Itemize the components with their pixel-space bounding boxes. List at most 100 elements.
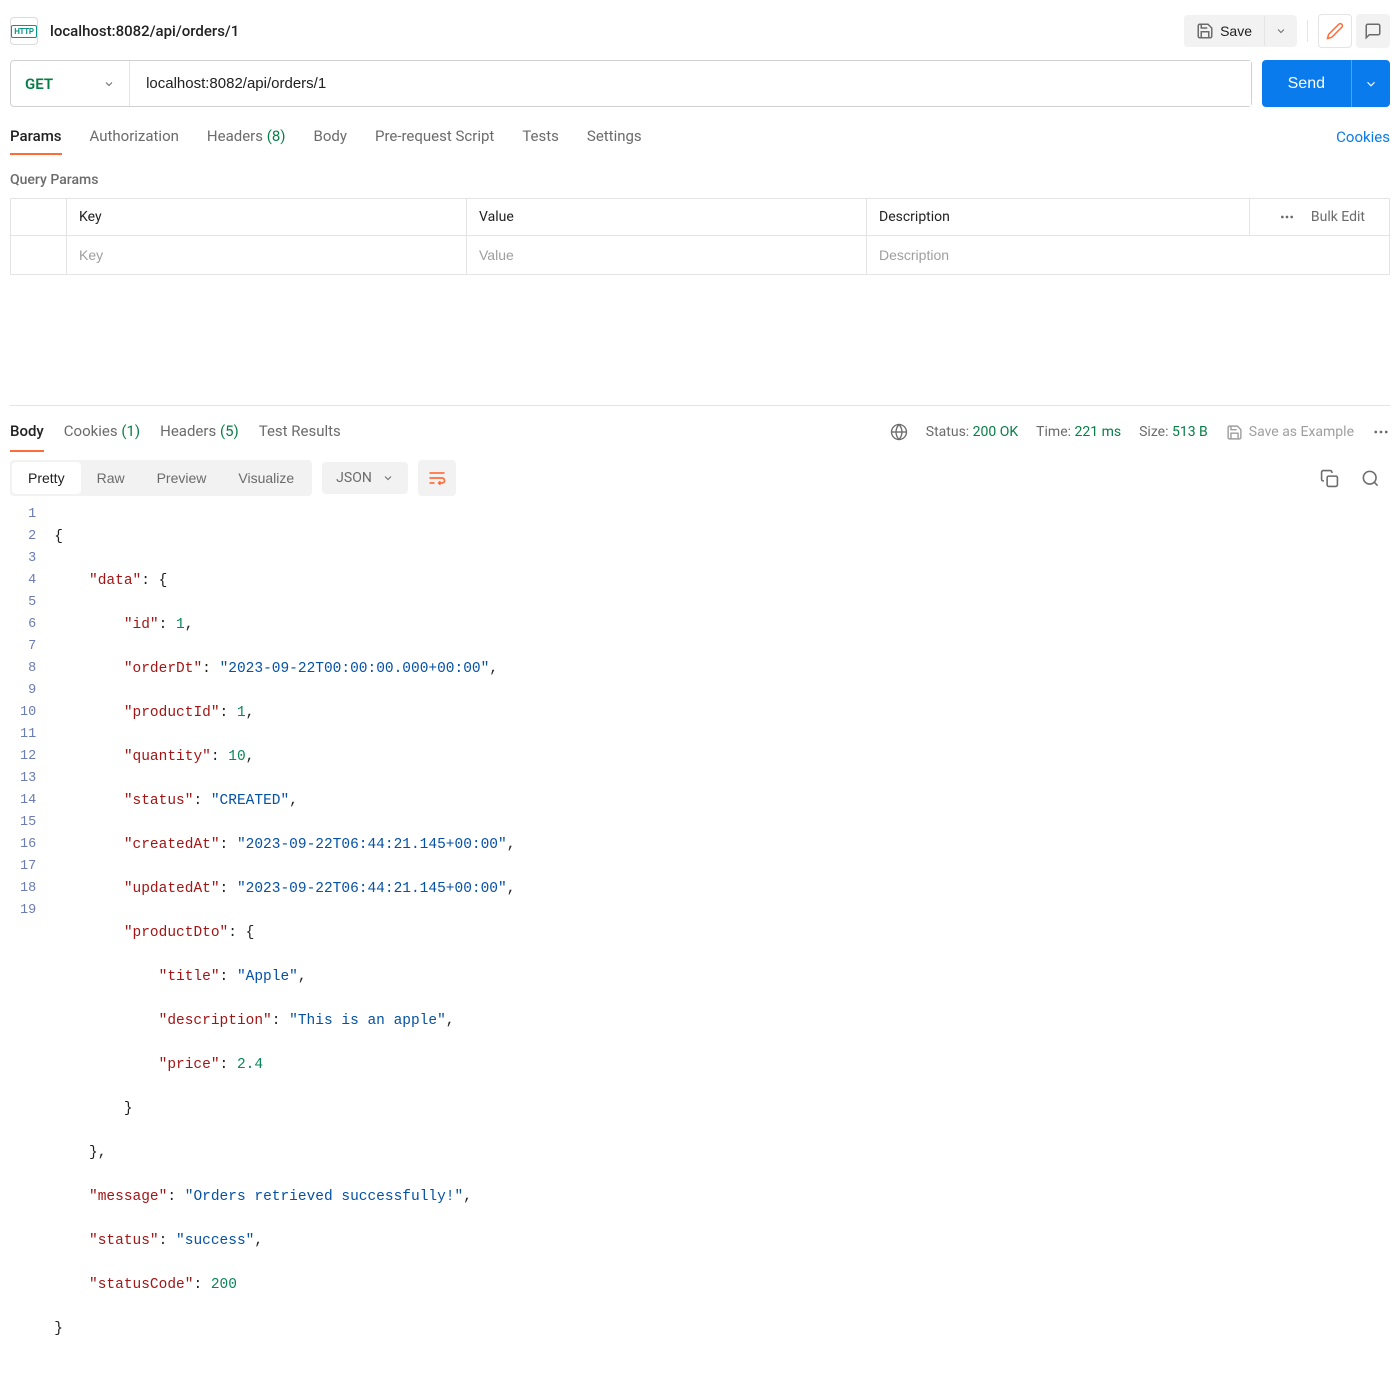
- tab-settings[interactable]: Settings: [587, 119, 642, 155]
- response-body-code: 12345678910111213141516171819 { "data": …: [10, 504, 1390, 1384]
- more-options[interactable]: [1372, 423, 1390, 441]
- pencil-icon: [1326, 22, 1344, 40]
- request-url-row: GET Send: [10, 60, 1390, 107]
- t: "createdAt": [124, 837, 220, 853]
- col-value: Value: [467, 199, 867, 236]
- view-mode-row: Pretty Raw Preview Visualize JSON: [10, 460, 1390, 496]
- t: },: [89, 1145, 106, 1161]
- send-group: Send: [1262, 60, 1390, 107]
- t: "status": [124, 793, 194, 809]
- t: ,: [298, 969, 307, 985]
- t: }: [124, 1101, 133, 1117]
- wrap-lines-button[interactable]: [418, 460, 456, 496]
- time-label: Time:: [1036, 424, 1071, 440]
- param-key-input[interactable]: [67, 236, 466, 274]
- copy-button[interactable]: [1320, 469, 1339, 488]
- chevron-down-icon: [1275, 25, 1287, 37]
- t: "statusCode": [89, 1277, 193, 1293]
- t: "2023-09-22T00:00:00.000+00:00": [220, 661, 490, 677]
- col-actions: Bulk Edit: [1250, 199, 1390, 236]
- t: "Apple": [237, 969, 298, 985]
- code-content[interactable]: { "data": { "id": 1, "orderDt": "2023-09…: [54, 504, 1390, 1384]
- search-icon: [1361, 469, 1380, 488]
- tab-prerequest[interactable]: Pre-request Script: [375, 119, 494, 155]
- resp-tab-headers[interactable]: Headers (5): [160, 412, 239, 452]
- resp-tab-cookies-label: Cookies: [64, 422, 118, 440]
- tab-authorization[interactable]: Authorization: [90, 119, 179, 155]
- mode-pretty[interactable]: Pretty: [12, 462, 81, 494]
- time-value: 221 ms: [1075, 424, 1122, 440]
- format-select[interactable]: JSON: [322, 462, 408, 494]
- t: "price": [159, 1057, 220, 1073]
- t: "status": [89, 1233, 159, 1249]
- row-checkbox-cell[interactable]: [11, 236, 67, 275]
- params-row: [11, 236, 1390, 275]
- send-dropdown[interactable]: [1351, 60, 1390, 107]
- t: 1: [176, 617, 185, 633]
- edit-button[interactable]: [1318, 14, 1352, 48]
- comment-button[interactable]: [1356, 14, 1390, 48]
- size-value: 513 B: [1172, 424, 1208, 440]
- t: "productDto": [124, 925, 228, 941]
- size-label: Size:: [1139, 424, 1168, 440]
- chevron-down-icon: [103, 78, 115, 90]
- resp-tab-body[interactable]: Body: [10, 412, 44, 452]
- resp-tab-cookies[interactable]: Cookies (1): [64, 412, 140, 452]
- status-label: Status:: [926, 424, 969, 440]
- globe-icon[interactable]: [890, 423, 908, 441]
- t: "2023-09-22T06:44:21.145+00:00": [237, 881, 507, 897]
- save-icon: [1196, 22, 1214, 40]
- more-horizontal-icon: [1372, 423, 1390, 441]
- tab-params[interactable]: Params: [10, 119, 62, 155]
- t: "updatedAt": [124, 881, 220, 897]
- url-input[interactable]: [130, 61, 1251, 106]
- send-button[interactable]: Send: [1262, 60, 1351, 107]
- t: "2023-09-22T06:44:21.145+00:00": [237, 837, 507, 853]
- save-dropdown[interactable]: [1264, 16, 1297, 46]
- http-icon: HTTP: [10, 17, 38, 45]
- save-label: Save: [1220, 23, 1252, 39]
- mode-preview[interactable]: Preview: [141, 462, 223, 494]
- col-key: Key: [67, 199, 467, 236]
- t: "success": [176, 1233, 254, 1249]
- param-value-input[interactable]: [467, 236, 866, 274]
- more-icon[interactable]: [1279, 209, 1295, 225]
- t: "id": [124, 617, 159, 633]
- t: "CREATED": [211, 793, 289, 809]
- response-right-icons: [1320, 469, 1390, 488]
- t: {: [54, 529, 63, 545]
- t: ,: [489, 661, 498, 677]
- save-as-example[interactable]: Save as Example: [1226, 424, 1354, 441]
- t: }: [54, 1321, 63, 1337]
- col-checkbox: [11, 199, 67, 236]
- save-group: Save: [1184, 15, 1297, 47]
- method-select[interactable]: GET: [11, 61, 130, 106]
- tab-headers[interactable]: Headers (8): [207, 119, 286, 155]
- param-desc-input[interactable]: [867, 236, 1389, 274]
- t: "title": [159, 969, 220, 985]
- save-button[interactable]: Save: [1184, 15, 1264, 47]
- t: ,: [254, 1233, 263, 1249]
- resp-tab-test-results[interactable]: Test Results: [259, 412, 341, 452]
- method-label: GET: [25, 75, 53, 93]
- cookies-link[interactable]: Cookies: [1336, 128, 1390, 146]
- t: : {: [228, 925, 254, 941]
- save-icon: [1226, 424, 1243, 441]
- tab-tests[interactable]: Tests: [522, 119, 559, 155]
- mode-group: Pretty Raw Preview Visualize: [10, 460, 312, 496]
- search-button[interactable]: [1361, 469, 1380, 488]
- status-value: 200 OK: [973, 424, 1019, 440]
- top-bar: HTTP localhost:8082/api/orders/1 Save: [10, 10, 1390, 60]
- t: "orderDt": [124, 661, 202, 677]
- mode-visualize[interactable]: Visualize: [222, 462, 310, 494]
- col-desc: Description: [867, 199, 1250, 236]
- t: ,: [289, 793, 298, 809]
- mode-raw[interactable]: Raw: [81, 462, 141, 494]
- t: "data": [89, 573, 141, 589]
- wrap-icon: [427, 468, 447, 488]
- tab-body[interactable]: Body: [314, 119, 347, 155]
- url-box: GET: [10, 60, 1252, 107]
- bulk-edit-link[interactable]: Bulk Edit: [1311, 209, 1365, 225]
- t: ,: [507, 837, 516, 853]
- t: 10: [228, 749, 245, 765]
